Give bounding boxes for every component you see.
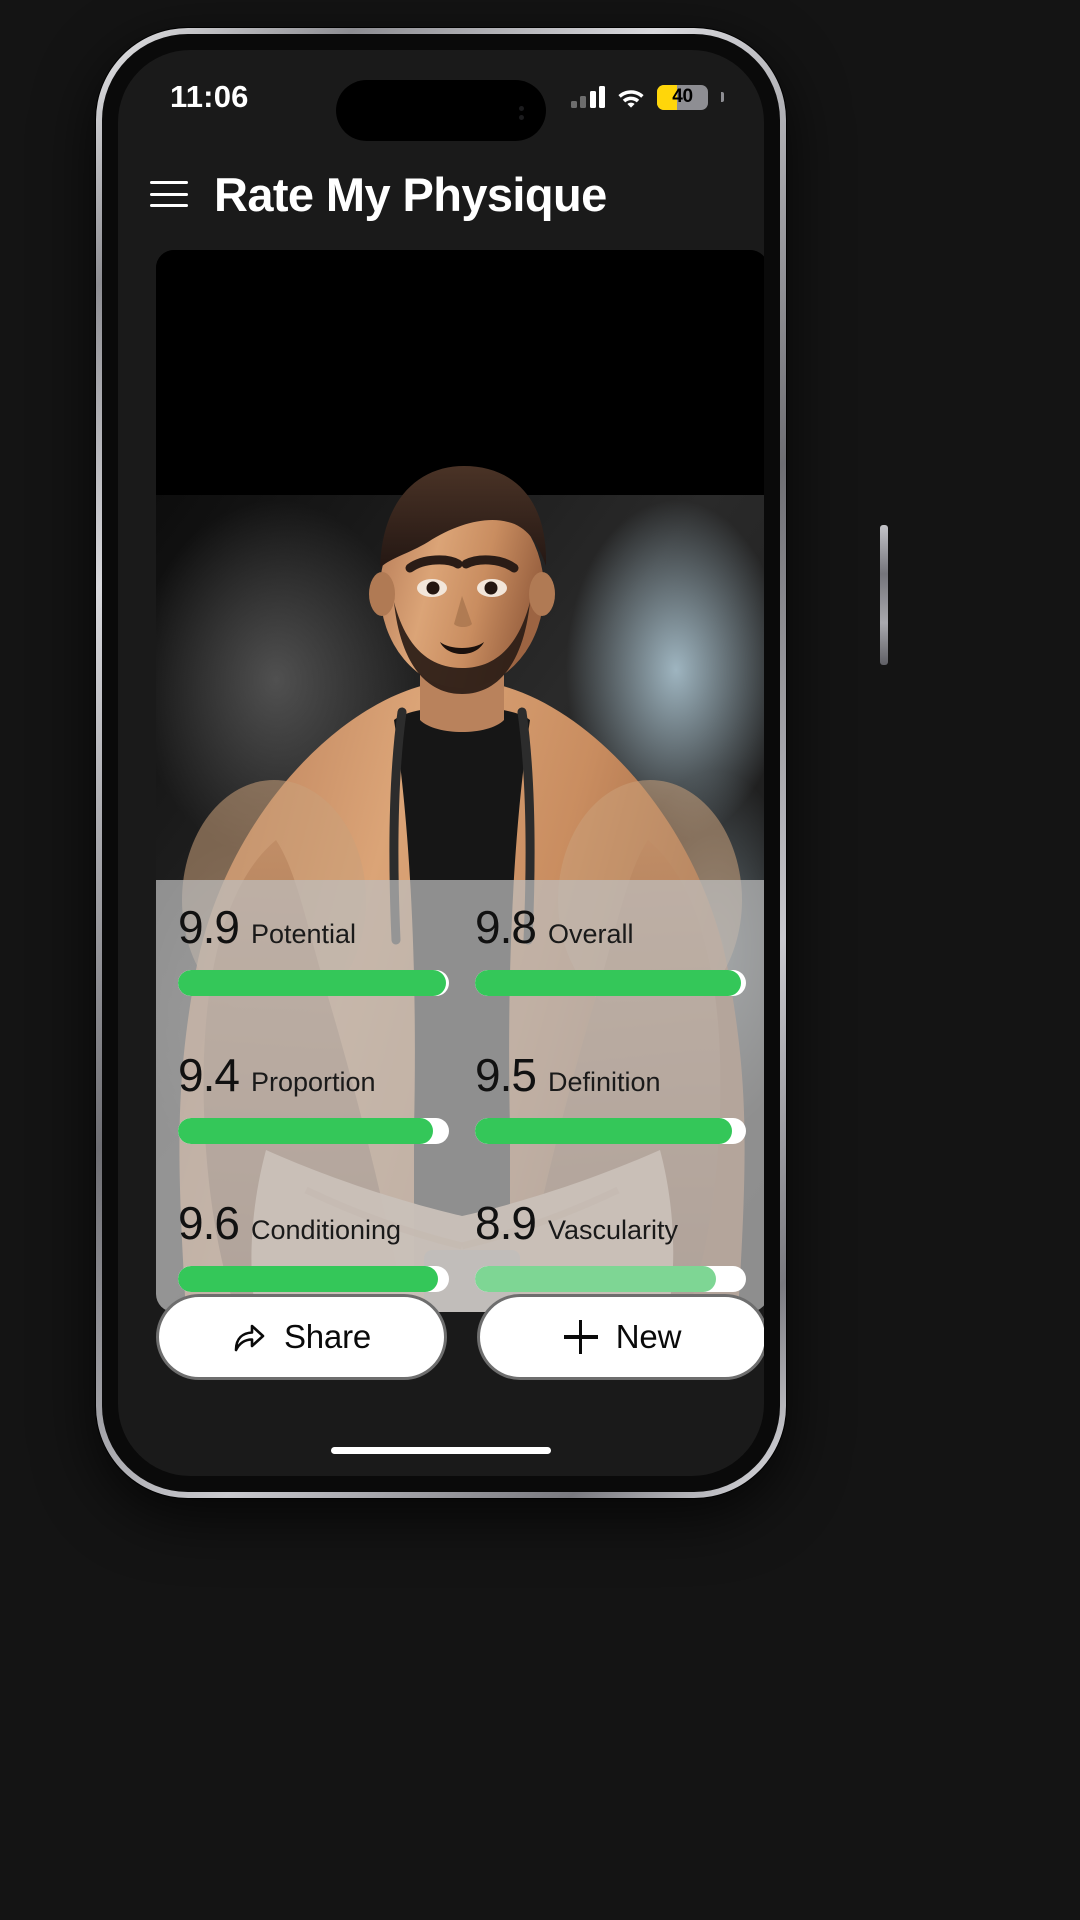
score-heading: 9.9 Potential	[178, 904, 449, 950]
score-row: 9.4 Proportion 9.5 Definition	[178, 1052, 746, 1144]
score-label: Definition	[547, 1067, 661, 1097]
score-heading: 9.5 Definition	[475, 1052, 746, 1098]
score-cell-vascularity: 8.9 Vascularity	[475, 1200, 746, 1292]
new-button-label: New	[615, 1318, 682, 1355]
score-cell-conditioning: 9.6 Conditioning	[178, 1200, 449, 1292]
score-row: 9.9 Potential 9.8 Overall	[178, 904, 746, 996]
score-bar-track	[178, 970, 449, 996]
phone-frame: 11:06 40 Rate My Physique 9.9 Potential …	[96, 28, 888, 1498]
score-value: 9.6	[178, 1197, 240, 1249]
power-button[interactable]	[880, 525, 888, 665]
score-heading: 9.4 Proportion	[178, 1052, 449, 1098]
share-button-label: Share	[283, 1318, 372, 1355]
score-value: 9.9	[178, 901, 240, 953]
share-arrow-icon	[232, 1321, 266, 1353]
status-clock: 11:06	[170, 79, 249, 114]
score-bar-fill	[475, 1266, 717, 1292]
score-cell-definition: 9.5 Definition	[475, 1052, 746, 1144]
home-indicator[interactable]	[331, 1447, 551, 1454]
score-bar-track	[178, 1118, 449, 1144]
page-title: Rate My Physique	[214, 167, 607, 221]
app-header: Rate My Physique	[118, 150, 764, 238]
score-bar-track	[475, 970, 746, 996]
score-value: 9.4	[178, 1049, 240, 1101]
wifi-icon	[616, 86, 646, 108]
score-bar-fill	[475, 1118, 733, 1144]
plus-icon	[563, 1320, 598, 1354]
score-bar-fill	[178, 970, 447, 996]
physique-result-card[interactable]: 9.9 Potential 9.8 Overall 9.4 Proportion…	[156, 250, 764, 1312]
score-heading: 8.9 Vascularity	[475, 1200, 746, 1246]
score-overlay: 9.9 Potential 9.8 Overall 9.4 Proportion…	[156, 880, 764, 1312]
hamburger-menu-icon[interactable]	[150, 181, 188, 207]
score-bar-track	[475, 1118, 746, 1144]
score-bar-fill	[178, 1266, 439, 1292]
score-value: 8.9	[475, 1197, 537, 1249]
battery-tip	[721, 92, 724, 102]
score-label: Vascularity	[547, 1215, 678, 1245]
score-bar-track	[475, 1266, 746, 1292]
score-label: Potential	[250, 919, 357, 949]
cellular-signal-icon	[570, 86, 605, 108]
score-bar-track	[178, 1266, 449, 1292]
score-cell-proportion: 9.4 Proportion	[178, 1052, 449, 1144]
score-value: 9.5	[475, 1049, 537, 1101]
score-bar-fill	[475, 970, 741, 996]
screenshot-root: 11:06 40 Rate My Physique 9.9 Potential …	[0, 0, 1080, 1920]
score-bar-fill	[178, 1118, 433, 1144]
phone-bezel: 11:06 40 Rate My Physique 9.9 Potential …	[102, 34, 780, 1492]
score-label: Proportion	[250, 1067, 376, 1097]
new-button[interactable]: New	[477, 1294, 764, 1380]
score-cell-potential: 9.9 Potential	[178, 904, 449, 996]
battery-icon: 40	[657, 84, 708, 110]
score-row: 9.6 Conditioning 8.9 Vascularity	[178, 1200, 746, 1292]
score-cell-overall: 9.8 Overall	[475, 904, 746, 996]
score-heading: 9.8 Overall	[475, 904, 746, 950]
score-label: Overall	[547, 919, 634, 949]
status-icons: 40	[570, 84, 724, 110]
share-button[interactable]: Share	[156, 1294, 447, 1380]
front-camera-icon	[519, 106, 524, 111]
score-label: Conditioning	[250, 1215, 402, 1245]
battery-percent: 40	[672, 86, 693, 107]
phone-screen: 11:06 40 Rate My Physique 9.9 Potential …	[118, 50, 764, 1476]
action-bar: Share New	[156, 1294, 764, 1380]
score-heading: 9.6 Conditioning	[178, 1200, 449, 1246]
score-value: 9.8	[475, 901, 537, 953]
status-bar: 11:06 40	[118, 50, 764, 141]
dynamic-island	[336, 80, 546, 141]
